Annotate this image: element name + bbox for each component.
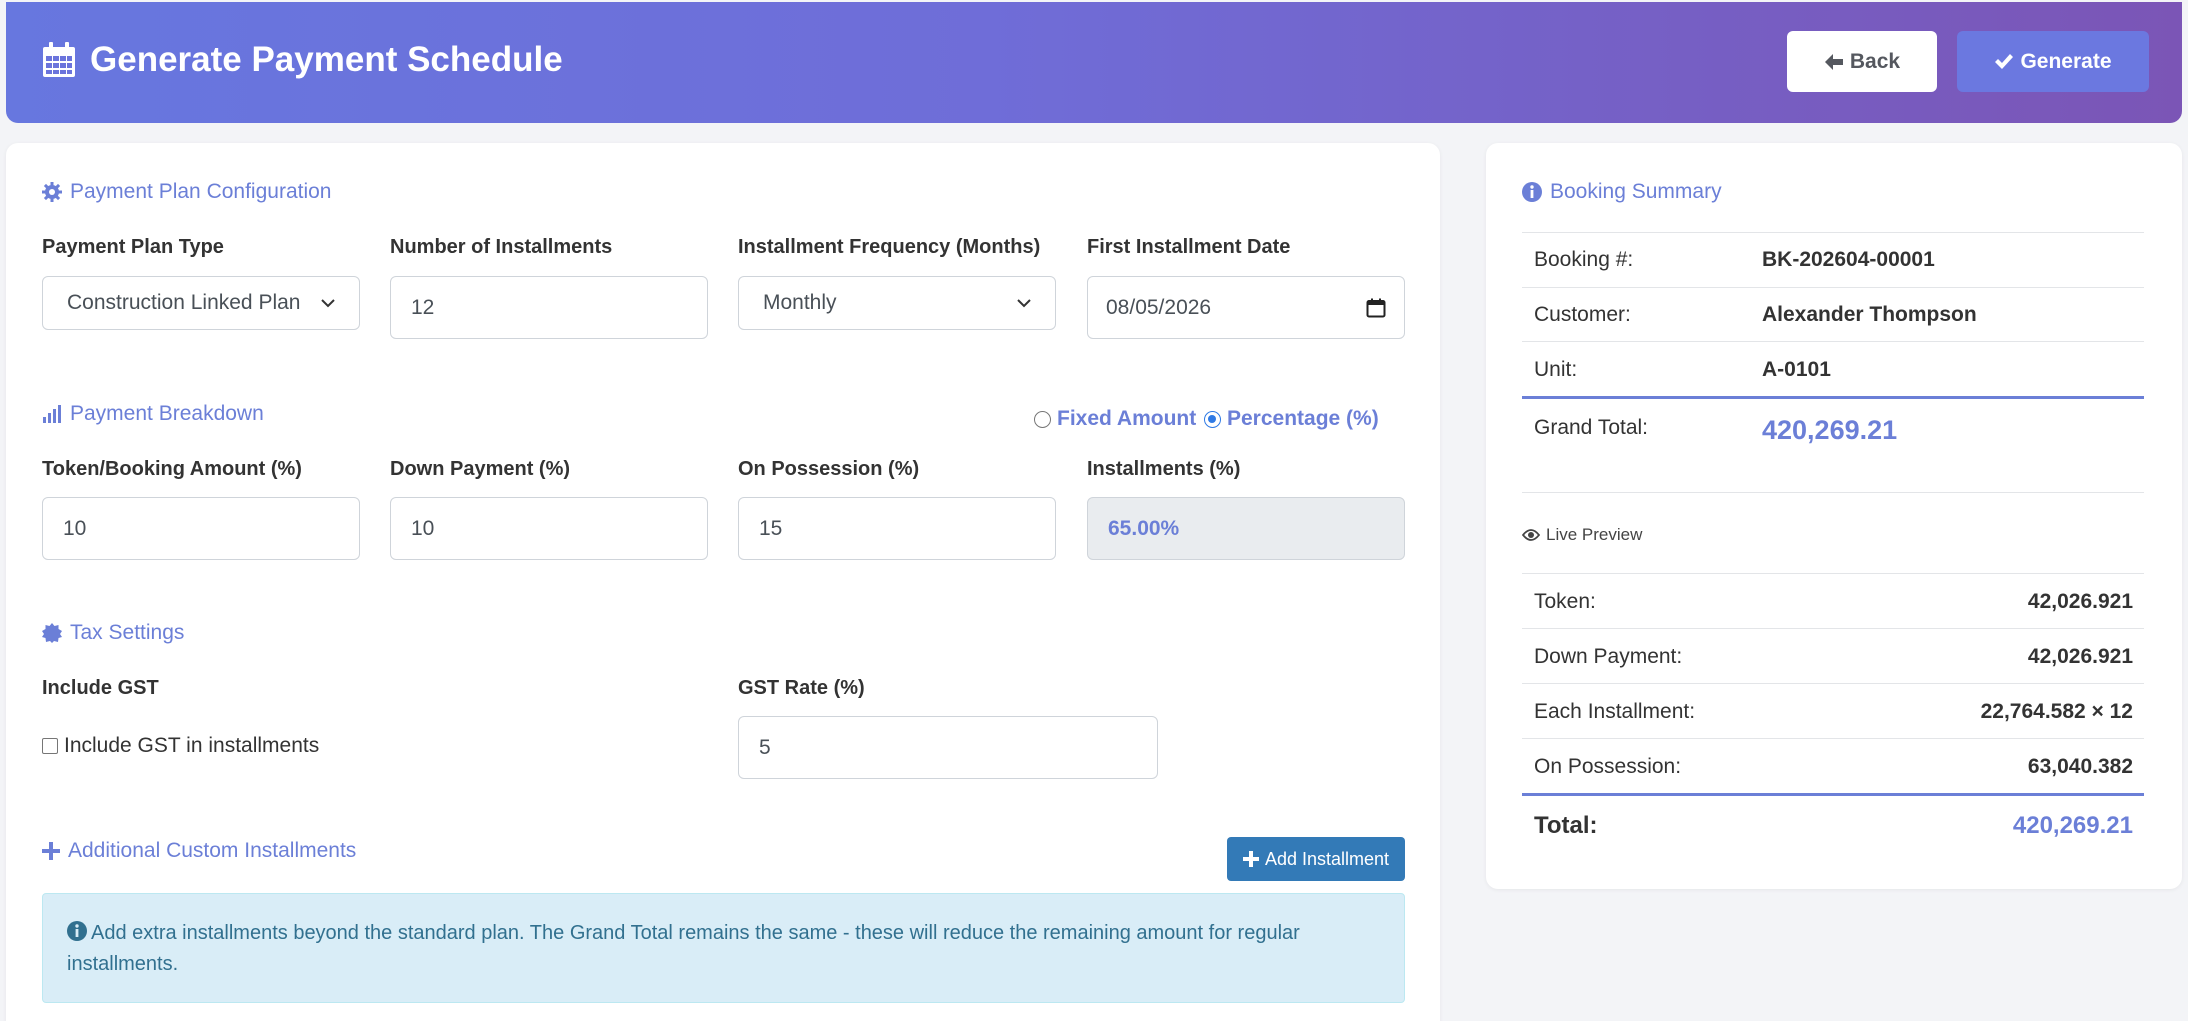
divider: [1522, 396, 2144, 399]
info-icon: [67, 921, 87, 941]
booking-number-label: Booking #:: [1534, 248, 1634, 271]
customer-label: Customer:: [1534, 303, 1631, 326]
fixed-amount-radio-circle[interactable]: [1034, 410, 1051, 428]
generate-button[interactable]: Generate: [1957, 31, 2149, 92]
gear-icon: [42, 182, 62, 202]
down-payment-label: Down Payment (%): [390, 458, 571, 480]
divider: [1522, 341, 2144, 342]
first-date-value: 08/05/2026: [1106, 295, 1212, 319]
include-gst-checkbox-label: Include GST in installments: [64, 734, 320, 757]
frequency-select[interactable]: Monthly: [738, 276, 1056, 330]
booking-summary-title-text: Booking Summary: [1550, 180, 1722, 203]
calendar-picker-icon[interactable]: [1366, 298, 1386, 318]
preview-each-installment-value: 22,764.582 × 12: [1980, 700, 2133, 723]
possession-label: On Possession (%): [738, 458, 920, 480]
page-title-text: Generate Payment Schedule: [90, 40, 563, 79]
arrow-left-icon: [1824, 53, 1843, 70]
preview-token-value: 42,026.921: [2027, 590, 2133, 613]
bar-chart-icon: [43, 405, 61, 423]
frequency-label: Installment Frequency (Months): [738, 236, 1041, 258]
plan-type-value: Construction Linked Plan: [67, 291, 301, 314]
fixed-amount-radio[interactable]: Fixed Amount: [1034, 407, 1196, 431]
first-date-input[interactable]: 08/05/2026: [1087, 276, 1405, 339]
percentage-radio[interactable]: Percentage (%): [1204, 407, 1379, 431]
calendar-icon: [43, 42, 75, 77]
gst-rate-input[interactable]: 5: [738, 716, 1158, 779]
possession-input[interactable]: 15: [738, 497, 1056, 560]
divider: [1522, 232, 2144, 233]
tax-settings-title-text: Tax Settings: [70, 621, 185, 644]
preview-possession-label: On Possession:: [1534, 755, 1682, 778]
plus-icon: [42, 842, 60, 860]
payment-breakdown-title: Payment Breakdown: [42, 402, 264, 426]
percentage-label: Percentage (%): [1227, 407, 1379, 430]
payment-plan-config-title: Payment Plan Configuration: [42, 180, 332, 204]
back-button-label: Back: [1849, 49, 1901, 73]
chevron-down-icon: [321, 299, 335, 308]
preview-down-payment-label: Down Payment:: [1534, 645, 1683, 668]
divider: [1522, 628, 2144, 629]
live-preview-title-text: Live Preview: [1546, 525, 1643, 544]
num-installments-label: Number of Installments: [390, 236, 613, 258]
include-gst-checkbox-row[interactable]: Include GST in installments: [42, 734, 319, 758]
tax-settings-title: Tax Settings: [42, 621, 184, 645]
unit-label: Unit:: [1534, 358, 1578, 381]
generate-button-label: Generate: [2020, 49, 2112, 73]
preview-possession-value: 63,040.382: [2027, 755, 2133, 778]
chevron-down-icon: [1017, 299, 1031, 308]
booking-summary-title: Booking Summary: [1522, 180, 1722, 204]
divider: [1522, 287, 2144, 288]
add-installment-button[interactable]: Add Installment: [1227, 837, 1405, 881]
back-button[interactable]: Back: [1787, 31, 1937, 92]
live-preview-title: Live Preview: [1522, 525, 1642, 545]
info-icon: [1522, 182, 1542, 202]
plan-type-label: Payment Plan Type: [42, 236, 224, 258]
frequency-value: Monthly: [763, 291, 837, 314]
preview-each-installment-label: Each Installment:: [1534, 700, 1696, 723]
fixed-amount-label: Fixed Amount: [1057, 407, 1197, 430]
down-payment-input[interactable]: 10: [390, 497, 708, 560]
divider: [1522, 738, 2144, 739]
divider: [1522, 793, 2144, 796]
include-gst-label: Include GST: [42, 677, 159, 699]
customer-value: Alexander Thompson: [1762, 303, 1977, 326]
grand-total-label: Grand Total:: [1534, 416, 1649, 439]
gst-rate-label: GST Rate (%): [738, 677, 865, 699]
configuration-card: [6, 143, 1440, 1021]
booking-number-value: BK-202604-00001: [1762, 248, 1935, 271]
token-label: Token/Booking Amount (%): [42, 458, 302, 480]
page-header: Generate Payment Schedule Back Generate: [6, 2, 2182, 123]
include-gst-checkbox[interactable]: [42, 738, 58, 754]
custom-installments-title: Additional Custom Installments: [42, 839, 356, 863]
plan-type-select[interactable]: Construction Linked Plan: [42, 276, 360, 330]
num-installments-input[interactable]: 12: [390, 276, 708, 339]
preview-down-payment-value: 42,026.921: [2027, 645, 2133, 668]
first-date-label: First Installment Date: [1087, 236, 1291, 258]
preview-total-label: Total:: [1534, 812, 1598, 839]
eye-icon: [1522, 529, 1540, 541]
installments-pct-field: 65.00%: [1087, 497, 1405, 560]
page-title: Generate Payment Schedule: [42, 40, 563, 80]
check-icon: [1995, 53, 2014, 69]
divider: [1522, 683, 2144, 684]
preview-token-label: Token:: [1534, 590, 1596, 613]
divider: [1522, 573, 2144, 574]
preview-total-value: 420,269.21: [2012, 812, 2133, 839]
certificate-icon: [42, 623, 62, 643]
percentage-radio-circle[interactable]: [1204, 410, 1221, 428]
payment-plan-config-title-text: Payment Plan Configuration: [70, 180, 332, 203]
custom-installments-title-text: Additional Custom Installments: [68, 839, 357, 862]
divider: [1522, 492, 2144, 493]
payment-breakdown-title-text: Payment Breakdown: [70, 402, 264, 425]
grand-total-value: 420,269.21: [1762, 415, 1898, 445]
info-text: Add extra installments beyond the standa…: [67, 922, 1300, 975]
unit-value: A-0101: [1762, 358, 1831, 381]
custom-installments-info: Add extra installments beyond the standa…: [42, 893, 1405, 1003]
add-installment-label: Add Installment: [1264, 848, 1390, 869]
plus-icon: [1242, 851, 1259, 867]
token-input[interactable]: 10: [42, 497, 360, 560]
installments-pct-label: Installments (%): [1087, 458, 1241, 480]
